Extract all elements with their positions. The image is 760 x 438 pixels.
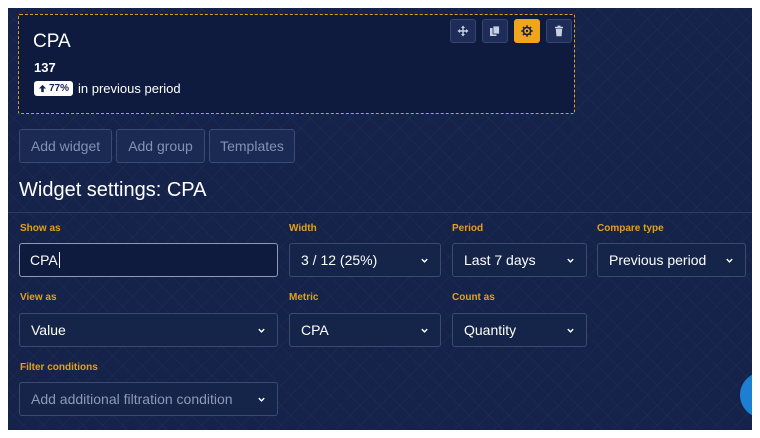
text-cursor — [58, 252, 60, 268]
width-value: 3 / 12 (25%) — [301, 252, 378, 268]
move-button[interactable] — [450, 19, 476, 43]
gear-icon — [521, 25, 533, 37]
change-badge: 77% — [34, 81, 74, 96]
period-label: Period — [452, 223, 484, 234]
dashboard-editor: CPA 137 77% in previous period Add widge… — [8, 8, 752, 430]
period-select[interactable]: Last 7 days — [452, 243, 587, 277]
compare-type-select[interactable]: Previous period — [597, 243, 746, 277]
templates-button[interactable]: Templates — [209, 129, 295, 163]
show-as-value: CPA — [30, 252, 58, 268]
help-chat-button[interactable] — [740, 372, 752, 418]
compare-text: in previous period — [78, 81, 181, 96]
view-as-value: Value — [31, 322, 66, 338]
filter-conditions-label: Filter conditions — [20, 362, 98, 373]
metric-label: Metric — [289, 292, 319, 303]
compare-type-label: Compare type — [597, 223, 664, 234]
divider — [8, 212, 752, 213]
metric-value: CPA — [301, 322, 329, 338]
trash-icon — [555, 25, 563, 37]
period-value: Last 7 days — [464, 252, 536, 268]
chevron-down-icon — [258, 328, 265, 333]
copy-button[interactable] — [482, 19, 508, 43]
show-as-label: Show as — [20, 223, 61, 234]
compare-type-value: Previous period — [609, 252, 707, 268]
widget-value: 137 — [34, 60, 56, 75]
widget-compare: 77% in previous period — [34, 81, 181, 96]
copy-icon — [490, 25, 500, 36]
add-group-button[interactable]: Add group — [116, 129, 205, 163]
chevron-down-icon — [567, 328, 574, 333]
settings-button[interactable] — [514, 19, 540, 43]
width-label: Width — [289, 223, 317, 234]
count-as-label: Count as — [452, 292, 495, 303]
delete-button[interactable] — [546, 19, 572, 43]
filter-conditions-select[interactable]: Add additional filtration condition — [19, 382, 278, 416]
filter-conditions-placeholder: Add additional filtration condition — [31, 391, 233, 407]
chevron-down-icon — [421, 258, 428, 263]
widget-preview-card[interactable]: CPA 137 77% in previous period — [18, 14, 575, 114]
settings-title: Widget settings: CPA — [19, 179, 207, 201]
move-icon — [457, 25, 469, 37]
chevron-down-icon — [258, 397, 265, 402]
count-as-value: Quantity — [464, 322, 517, 338]
metric-select[interactable]: CPA — [289, 313, 441, 347]
count-as-select[interactable]: Quantity — [452, 313, 587, 347]
change-badge-value: 77% — [49, 83, 70, 94]
arrow-up-icon — [38, 84, 47, 93]
width-select[interactable]: 3 / 12 (25%) — [289, 243, 441, 277]
chevron-down-icon — [726, 258, 733, 263]
chevron-down-icon — [421, 328, 428, 333]
show-as-input[interactable]: CPA — [19, 243, 278, 277]
chevron-down-icon — [567, 258, 574, 263]
view-as-select[interactable]: Value — [19, 313, 278, 347]
add-widget-button[interactable]: Add widget — [19, 129, 112, 163]
widget-title: CPA — [33, 31, 71, 52]
view-as-label: View as — [20, 292, 57, 303]
